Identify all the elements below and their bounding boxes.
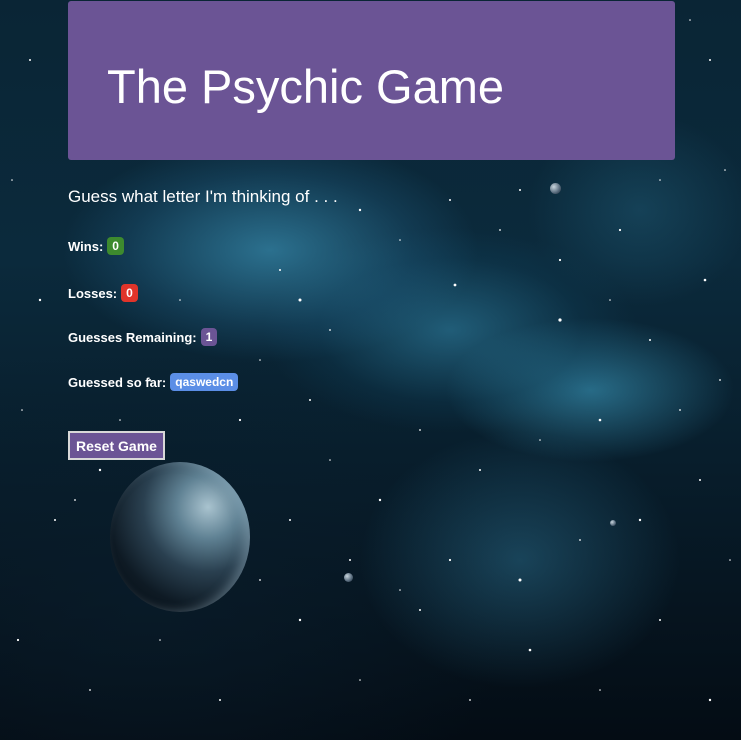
guessed-so-far-badge: qaswedcn (170, 373, 239, 391)
reset-game-button[interactable]: Reset Game (68, 431, 165, 460)
moon-decoration (550, 183, 561, 194)
planet-decoration (110, 462, 250, 612)
losses-badge: 0 (121, 284, 138, 302)
page-header: The Psychic Game (68, 1, 675, 160)
page-title: The Psychic Game (107, 60, 505, 113)
game-prompt: Guess what letter I'm thinking of . . . (68, 187, 338, 206)
wins-badge: 0 (107, 237, 124, 255)
guessed-so-far-label: Guessed so far: (68, 374, 167, 390)
losses-stat: Losses: 0 (68, 284, 138, 302)
moon-decoration (344, 573, 353, 582)
losses-label: Losses: (68, 285, 118, 301)
wins-stat: Wins: 0 (68, 237, 124, 255)
wins-label: Wins: (68, 238, 104, 254)
guesses-remaining-stat: Guesses Remaining: 1 (68, 328, 218, 346)
guesses-remaining-badge: 1 (200, 328, 218, 346)
guesses-remaining-label: Guesses Remaining: (68, 329, 197, 345)
guessed-so-far-stat: Guessed so far: qaswedcn (68, 373, 239, 391)
moon-decoration (610, 520, 616, 526)
